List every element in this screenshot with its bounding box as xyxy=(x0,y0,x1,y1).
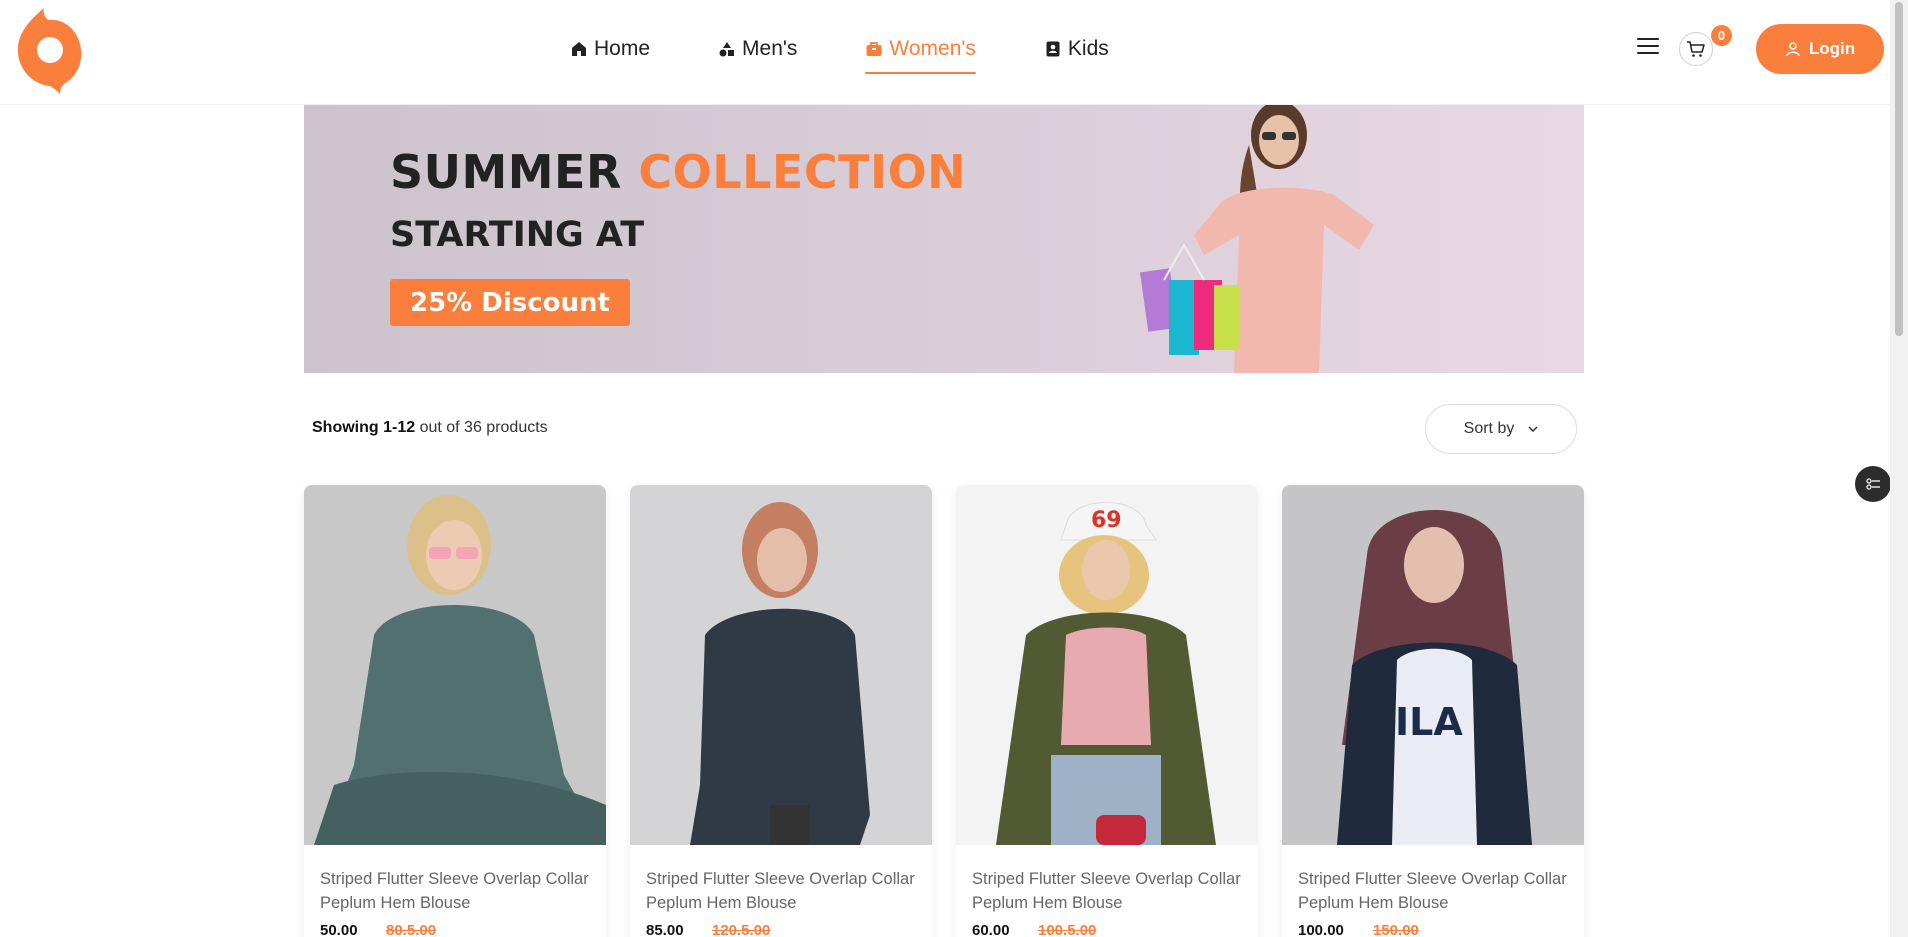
filter-toggle-button[interactable] xyxy=(1855,466,1891,502)
bag-icon xyxy=(866,42,882,56)
home-icon xyxy=(572,42,586,56)
product-old-price: 120.5.00 xyxy=(712,922,771,937)
product-image: 69 xyxy=(956,485,1258,845)
product-price: 100.00 xyxy=(1298,922,1344,937)
filter-icon xyxy=(1866,478,1880,490)
cart-icon xyxy=(1687,41,1705,57)
results-range: Showing 1-12 xyxy=(312,419,416,436)
product-grid: Striped Flutter Sleeve Overlap Collar Pe… xyxy=(304,485,1584,937)
product-name: Striped Flutter Sleeve Overlap Collar Pe… xyxy=(320,870,589,912)
main-nav: Home Men's Women's Kids xyxy=(570,34,1177,74)
nav-mens[interactable]: Men's xyxy=(718,34,797,64)
login-button[interactable]: Login xyxy=(1756,24,1884,74)
user-icon xyxy=(1786,42,1800,57)
product-name: Striped Flutter Sleeve Overlap Collar Pe… xyxy=(1298,870,1567,912)
banner-model-image xyxy=(1139,105,1374,373)
banner-headline-a: SUMMER xyxy=(390,145,622,199)
banner-headline-b: COLLECTION xyxy=(638,145,967,199)
product-price: 50.00 xyxy=(320,922,358,937)
cart-count-badge: 0 xyxy=(1711,25,1732,46)
product-old-price: 150.00 xyxy=(1373,922,1419,937)
hamburger-menu-icon[interactable] xyxy=(1637,38,1659,58)
product-card[interactable]: 69 Striped Flutter Sleeve Overlap Collar… xyxy=(956,485,1258,937)
chevron-down-icon xyxy=(1528,426,1538,432)
product-old-price: 80.5.00 xyxy=(386,922,437,937)
nav-womens-label: Women's xyxy=(889,37,976,60)
nav-kids-label: Kids xyxy=(1067,37,1109,60)
results-count: Showing 1-12 out of 36 products xyxy=(312,419,548,437)
nav-womens[interactable]: Women's xyxy=(865,34,977,74)
nav-home[interactable]: Home xyxy=(570,34,650,64)
promo-banner[interactable]: SUMMER COLLECTION STARTING AT 25% Discou… xyxy=(304,105,1584,373)
contact-book-icon xyxy=(1046,41,1060,57)
product-image: ILA xyxy=(1282,485,1584,845)
login-label: Login xyxy=(1808,39,1856,58)
svg-text:ILA: ILA xyxy=(1395,700,1463,744)
product-card[interactable]: ILA Striped Flutter Sleeve Overlap Colla… xyxy=(1282,485,1584,937)
banner-headline: SUMMER COLLECTION xyxy=(390,145,966,199)
banner-discount-badge: 25% Discount xyxy=(390,279,630,326)
product-name: Striped Flutter Sleeve Overlap Collar Pe… xyxy=(972,870,1241,912)
brand-logo[interactable] xyxy=(14,4,84,94)
product-price: 60.00 xyxy=(972,922,1010,937)
site-header: Home Men's Women's Kids 0 Login xyxy=(0,0,1890,105)
nav-home-label: Home xyxy=(594,37,651,60)
product-card[interactable]: Striped Flutter Sleeve Overlap Collar Pe… xyxy=(304,485,606,937)
shapes-icon xyxy=(719,42,735,57)
nav-kids[interactable]: Kids xyxy=(1044,34,1109,64)
product-old-price: 100.5.00 xyxy=(1038,922,1097,937)
product-price: 85.00 xyxy=(646,922,684,937)
scrollbar-thumb[interactable] xyxy=(1895,2,1903,336)
cart-button[interactable] xyxy=(1679,32,1713,66)
sort-dropdown[interactable]: Sort by xyxy=(1425,404,1577,454)
product-name: Striped Flutter Sleeve Overlap Collar Pe… xyxy=(646,870,915,912)
product-image xyxy=(304,485,606,845)
banner-subheadline: STARTING AT xyxy=(390,215,645,255)
product-image xyxy=(630,485,932,845)
sort-label: Sort by xyxy=(1463,420,1515,437)
nav-mens-label: Men's xyxy=(742,37,798,60)
results-total: out of 36 products xyxy=(415,419,548,436)
product-card[interactable]: Striped Flutter Sleeve Overlap Collar Pe… xyxy=(630,485,932,937)
svg-text:69: 69 xyxy=(1091,508,1122,533)
